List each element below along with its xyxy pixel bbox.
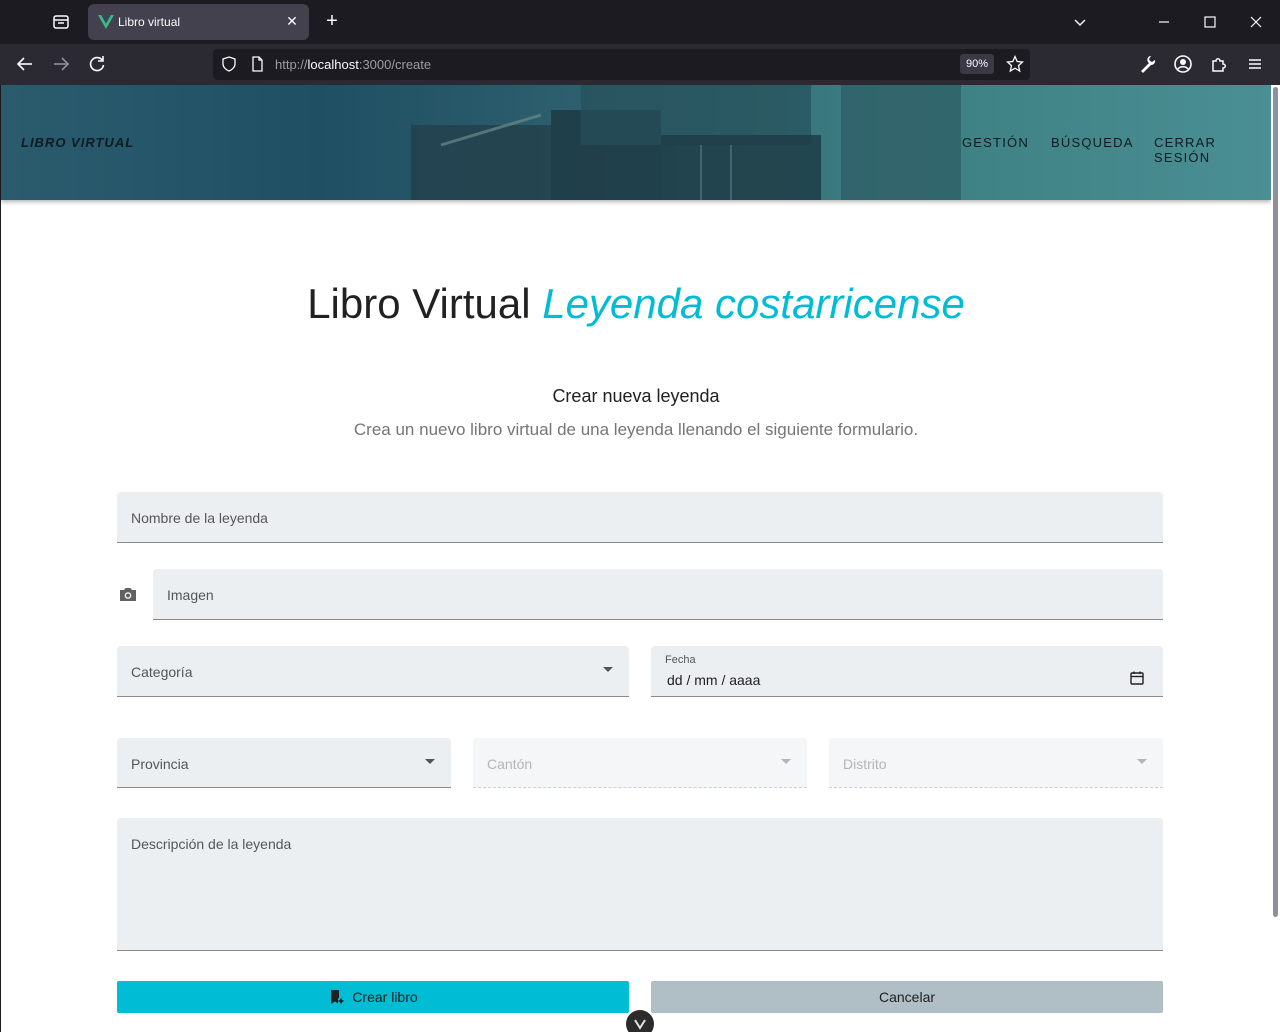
page-scrollbar[interactable] bbox=[1271, 85, 1280, 1032]
create-book-label: Crear libro bbox=[352, 989, 418, 1005]
browser-tab-active[interactable]: Libro virtual ✕ bbox=[88, 4, 309, 40]
image-label: Imagen bbox=[167, 587, 214, 603]
reload-icon[interactable] bbox=[85, 52, 109, 76]
forward-arrow-icon[interactable] bbox=[49, 52, 73, 76]
dropdown-arrow-icon bbox=[1137, 759, 1147, 764]
date-field[interactable]: Fecha dd / mm / aaaa bbox=[651, 646, 1163, 697]
nav-link-busqueda[interactable]: BÚSQUEDA bbox=[1051, 135, 1134, 150]
dropdown-arrow-icon[interactable] bbox=[603, 667, 613, 672]
tab-title: Libro virtual bbox=[118, 15, 181, 29]
legend-description-textarea[interactable]: Descripción de la leyenda bbox=[117, 818, 1163, 951]
back-arrow-icon[interactable] bbox=[13, 52, 37, 76]
account-icon[interactable] bbox=[1171, 52, 1195, 76]
tab-list-icon[interactable] bbox=[48, 10, 74, 34]
image-file-field[interactable]: Imagen bbox=[153, 569, 1163, 620]
legend-name-field[interactable]: Nombre de la leyenda bbox=[117, 492, 1163, 543]
province-label: Provincia bbox=[131, 756, 189, 772]
minimize-icon[interactable] bbox=[1152, 10, 1176, 34]
form-description: Crea un nuevo libro virtual de una leyen… bbox=[353, 420, 919, 439]
canton-select: Cantón bbox=[473, 738, 807, 788]
vue-logo-icon bbox=[98, 14, 114, 30]
legend-description-label: Descripción de la leyenda bbox=[131, 836, 292, 852]
wrench-icon[interactable] bbox=[1135, 52, 1159, 76]
category-label: Categoría bbox=[131, 664, 193, 680]
close-window-icon[interactable] bbox=[1244, 10, 1268, 34]
url-bar[interactable]: http://localhost:3000/create 90% bbox=[213, 49, 1030, 80]
district-select: Distrito bbox=[829, 738, 1163, 788]
book-plus-icon bbox=[328, 984, 345, 1004]
extensions-icon[interactable] bbox=[1207, 52, 1231, 76]
page-content: LIBRO VIRTUAL GESTIÓN BÚSQUEDA CERRAR SE… bbox=[1, 85, 1271, 1032]
calendar-icon[interactable] bbox=[1129, 670, 1145, 686]
category-select[interactable]: Categoría bbox=[117, 646, 629, 697]
new-tab-icon[interactable]: + bbox=[320, 10, 344, 34]
page-title: Libro Virtual Leyenda costarricense bbox=[1, 280, 1271, 328]
date-label: Fecha bbox=[665, 654, 696, 666]
chevron-down-icon[interactable] bbox=[1068, 10, 1092, 34]
date-value[interactable]: dd / mm / aaaa bbox=[667, 672, 760, 688]
browser-tabbar: Libro virtual ✕ + bbox=[0, 0, 1280, 44]
create-book-button[interactable]: Crear libro bbox=[117, 981, 629, 1013]
dropdown-arrow-icon[interactable] bbox=[425, 759, 435, 764]
vue-devtools-icon bbox=[634, 1019, 646, 1030]
maximize-icon[interactable] bbox=[1198, 10, 1222, 34]
close-tab-icon[interactable]: ✕ bbox=[283, 12, 301, 30]
canton-label: Cantón bbox=[487, 756, 533, 772]
page-icon[interactable] bbox=[249, 56, 265, 72]
browser-navbar: http://localhost:3000/create 90% bbox=[0, 44, 1280, 85]
page-title-plain: Libro Virtual bbox=[307, 280, 531, 327]
district-label: Distrito bbox=[843, 756, 887, 772]
cancel-label: Cancelar bbox=[878, 989, 936, 1005]
cancel-button[interactable]: Cancelar bbox=[651, 981, 1163, 1013]
province-select[interactable]: Provincia bbox=[117, 738, 451, 788]
dropdown-arrow-icon bbox=[781, 759, 791, 764]
vue-devtools-toggle[interactable] bbox=[626, 1010, 654, 1032]
hero-header: LIBRO VIRTUAL GESTIÓN BÚSQUEDA CERRAR SE… bbox=[1, 85, 1271, 200]
form-subtitle: Crear nueva leyenda bbox=[552, 386, 720, 406]
legend-name-label: Nombre de la leyenda bbox=[131, 510, 268, 526]
nav-link-gestion[interactable]: GESTIÓN bbox=[962, 135, 1029, 150]
books-background-image bbox=[411, 85, 961, 200]
camera-icon[interactable] bbox=[118, 585, 138, 603]
shield-icon[interactable] bbox=[221, 56, 237, 72]
star-icon[interactable] bbox=[1005, 54, 1025, 73]
url-text[interactable]: http://localhost:3000/create bbox=[275, 57, 431, 72]
hamburger-menu-icon[interactable] bbox=[1243, 52, 1267, 76]
brand-title[interactable]: LIBRO VIRTUAL bbox=[21, 135, 134, 150]
zoom-badge[interactable]: 90% bbox=[959, 54, 994, 74]
page-title-accent: Leyenda costarricense bbox=[542, 280, 965, 327]
nav-link-cerrar-sesion[interactable]: CERRAR SESIÓN bbox=[1154, 135, 1271, 165]
scrollbar-thumb[interactable] bbox=[1273, 87, 1278, 917]
